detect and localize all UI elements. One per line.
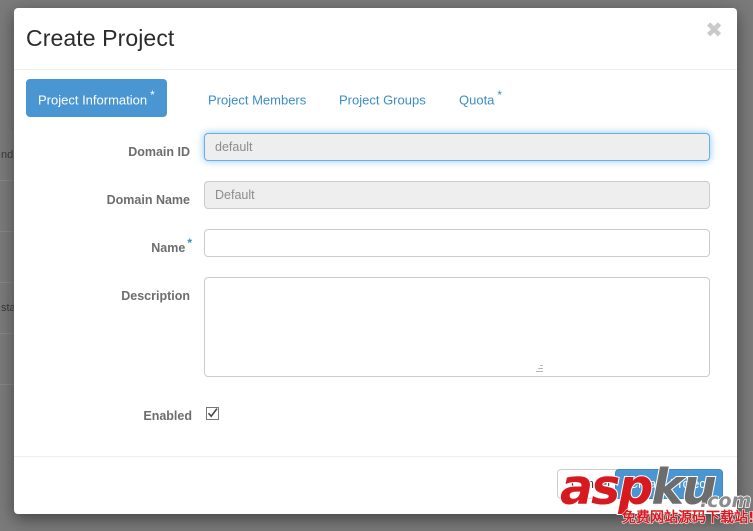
- label-text: Domain Name: [106, 193, 190, 208]
- domain-name-label: Domain Name: [14, 188, 192, 207]
- description-textarea[interactable]: [204, 277, 710, 377]
- required-asterisk: *: [497, 88, 503, 102]
- domain-id-label: Domain ID: [14, 140, 192, 159]
- dialog-header: Create Project ✖: [14, 8, 737, 70]
- page-title: Create Project: [26, 25, 175, 51]
- name-input[interactable]: [204, 229, 710, 257]
- enabled-checkbox[interactable]: [206, 407, 219, 420]
- tab-label: Project Groups: [339, 92, 426, 108]
- label-text: Description: [121, 289, 190, 304]
- tab-project-groups[interactable]: Project Groups: [327, 79, 441, 117]
- tab-label: Quota: [459, 92, 495, 108]
- label-text: Enabled: [143, 409, 192, 423]
- dialog-tabs: Project Information * Project Members Pro…: [14, 79, 737, 125]
- dialog-footer: Cancel Create Project: [14, 456, 737, 514]
- create-project-button[interactable]: Create Project: [615, 469, 723, 499]
- name-label: Name *: [14, 236, 192, 255]
- tab-quota[interactable]: Quota *: [447, 79, 514, 117]
- tab-project-members[interactable]: Project Members: [196, 79, 321, 117]
- create-project-dialog: Create Project ✖ Project Information * Pr…: [14, 8, 737, 514]
- domain-name-input[interactable]: [204, 181, 710, 209]
- tab-label: Project Information: [38, 92, 148, 108]
- label-text: Name: [151, 241, 186, 256]
- tab-project-information[interactable]: Project Information *: [26, 79, 167, 118]
- cancel-button[interactable]: Cancel: [557, 469, 624, 499]
- required-asterisk: *: [150, 88, 155, 102]
- enabled-label: Enabled: [14, 409, 192, 423]
- required-asterisk: *: [187, 236, 192, 250]
- tab-label: Project Members: [208, 92, 307, 108]
- label-text: Domain ID: [128, 145, 190, 160]
- screen: nd sta Create Project ✖ Project Informat…: [0, 0, 753, 531]
- domain-id-input[interactable]: [204, 133, 710, 161]
- close-icon[interactable]: ✖: [703, 20, 725, 42]
- description-label: Description: [14, 284, 192, 303]
